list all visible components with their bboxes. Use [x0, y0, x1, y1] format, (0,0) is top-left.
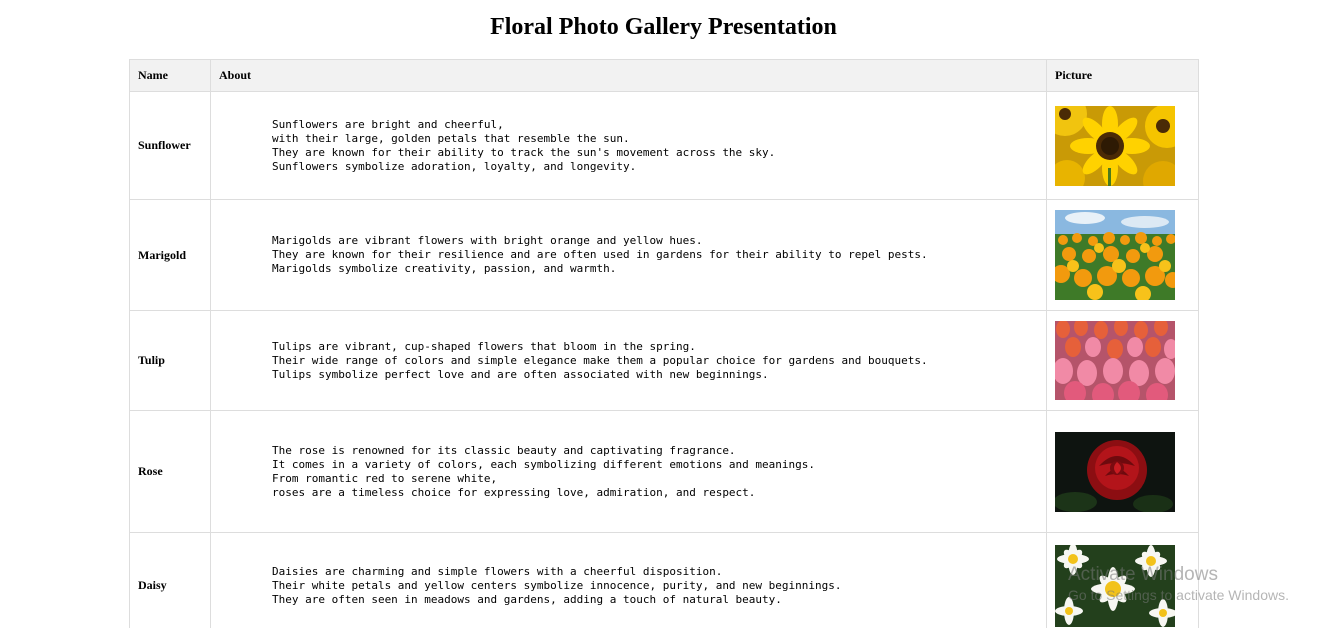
description-text: Marigolds are vibrant flowers with brigh… — [271, 234, 928, 275]
flower-description: The rose is renowned for its classic bea… — [210, 410, 1047, 533]
flower-name: Sunflower — [129, 91, 211, 200]
page: Floral Photo Gallery Presentation Name A… — [0, 0, 1336, 628]
description-text: Sunflowers are bright and cheerful, with… — [271, 117, 776, 173]
rose-photo — [1055, 431, 1175, 512]
table-header-row: Name About Picture — [129, 59, 1199, 92]
daisy-photo — [1055, 544, 1175, 627]
flower-description: Sunflowers are bright and cheerful, with… — [210, 91, 1047, 200]
column-header-about: About — [210, 59, 1047, 92]
table-row: Marigold Marigolds are vibrant flowers w… — [129, 199, 1199, 311]
page-title: Floral Photo Gallery Presentation — [490, 14, 837, 40]
flower-name: Tulip — [129, 310, 211, 411]
picture-cell — [1046, 532, 1199, 628]
column-header-name: Name — [129, 59, 211, 92]
sunflower-photo — [1055, 105, 1175, 186]
description-text: Tulips are vibrant, cup-shaped flowers t… — [271, 339, 928, 381]
flower-name: Daisy — [129, 532, 211, 628]
marigold-photo — [1055, 210, 1175, 300]
table-row: Tulip Tulips are vibrant, cup-shaped flo… — [129, 310, 1199, 411]
column-header-picture: Picture — [1046, 59, 1199, 92]
flower-name: Rose — [129, 410, 211, 533]
flower-description: Tulips are vibrant, cup-shaped flowers t… — [210, 310, 1047, 411]
description-text: Daisies are charming and simple flowers … — [271, 564, 842, 606]
description-text: The rose is renowned for its classic bea… — [271, 443, 816, 499]
gallery-table: Name About Picture Sunflower Sunflowers … — [129, 59, 1199, 628]
table-row: Rose The rose is renowned for its classi… — [129, 410, 1199, 533]
picture-cell — [1046, 310, 1199, 411]
tulip-photo — [1055, 321, 1175, 400]
picture-cell — [1046, 199, 1199, 311]
picture-cell — [1046, 91, 1199, 200]
flower-description: Marigolds are vibrant flowers with brigh… — [210, 199, 1047, 311]
table-row: Daisy Daisies are charming and simple fl… — [129, 532, 1199, 628]
flower-name: Marigold — [129, 199, 211, 311]
table-row: Sunflower Sunflowers are bright and chee… — [129, 91, 1199, 200]
picture-cell — [1046, 410, 1199, 533]
flower-description: Daisies are charming and simple flowers … — [210, 532, 1047, 628]
